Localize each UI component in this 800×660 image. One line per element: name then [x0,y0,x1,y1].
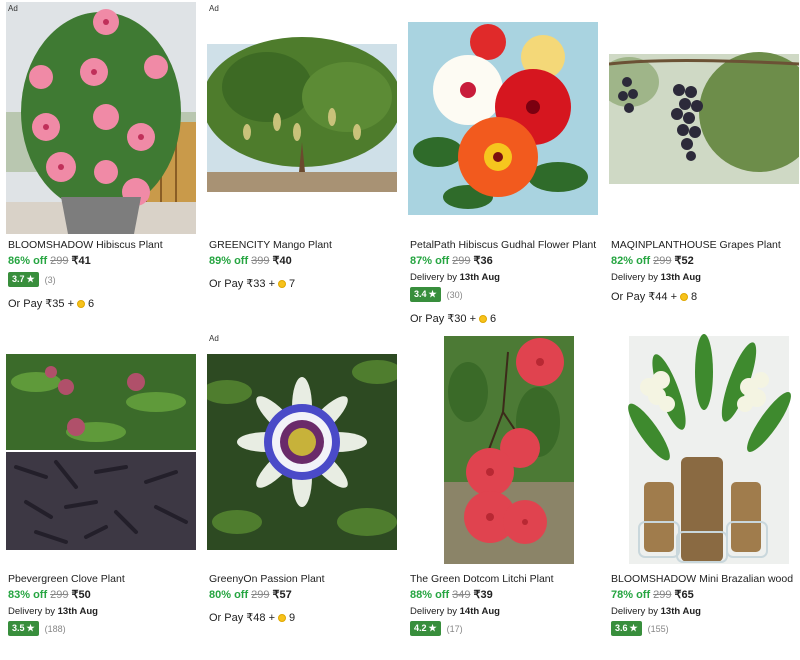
delivery-info: Delivery by 13th Aug [611,272,701,283]
rating-row: 3.5 ★ (188) [8,621,198,636]
price-row: 86% off 299 ₹41 [8,254,198,269]
supercoin-icon [479,314,487,323]
original-price: 299 [50,589,69,601]
product-card[interactable]: BLOOMSHADOW Mini Brazalian wood 78% off 2… [603,330,800,660]
delivery-info: Delivery by 13th Aug [611,606,701,617]
discount-percent: 80% off [209,589,249,601]
supercoin-icon [77,299,85,308]
product-card[interactable]: Ad GREENCITY Mango Plant 89% off 399 ₹40 O… [201,0,401,330]
rating-count: (3) [44,274,56,285]
price-row: 78% off 299 ₹65 [611,588,800,603]
discount-percent: 82% off [611,255,651,267]
delivery-info: Delivery by 13th Aug [8,606,98,617]
supercoin-icon [680,292,688,301]
price-row: 89% off 399 ₹40 [209,254,399,269]
product-title[interactable]: MAQINPLANTHOUSE Grapes Plant [611,238,800,252]
product-title[interactable]: GreenyOn Passion Plant [209,572,399,586]
rating-row: 4.2 ★ (17) [410,621,600,636]
product-card[interactable]: The Green Dotcom Litchi Plant 88% off 349… [402,330,602,660]
star-icon: ★ [428,289,437,299]
product-grid: Ad BLOOMSHADOW Hibiscus Plant 86% off 29… [0,0,800,637]
product-card[interactable]: Ad GreenyOn Passion Plant 80% off 299 ₹5… [201,330,401,660]
discount-percent: 83% off [8,589,48,601]
product-title[interactable]: The Green Dotcom Litchi Plant [410,572,600,586]
original-price: 299 [452,255,471,267]
product-title[interactable]: Pbevergreen Clove Plant [8,572,198,586]
discount-percent: 78% off [611,589,651,601]
discount-percent: 86% off [8,255,48,267]
delivery-info: Delivery by 14th Aug [410,606,500,617]
product-image[interactable] [6,2,196,234]
rating-count: (17) [446,623,463,634]
rating-count: (188) [44,623,66,634]
original-price: 299 [251,589,270,601]
selling-price: ₹41 [71,255,91,267]
rating-badge: 3.5 ★ [8,621,39,636]
selling-price: ₹65 [674,589,694,601]
product-title[interactable]: GREENCITY Mango Plant [209,238,399,252]
product-card[interactable]: MAQINPLANTHOUSE Grapes Plant 82% off 299 ₹… [603,0,800,330]
ad-label: Ad [8,4,18,13]
rating-badge: 3.6 ★ [611,621,642,636]
original-price: 349 [452,589,471,601]
price-row: 88% off 349 ₹39 [410,588,600,603]
supercoin-offer: Or Pay ₹44 +8 [611,290,698,304]
original-price: 399 [251,255,270,267]
product-image[interactable] [6,332,196,564]
product-image[interactable] [609,332,799,564]
price-row: 83% off 299 ₹50 [8,588,198,603]
product-image[interactable] [207,2,397,234]
rating-badge: 3.4 ★ [410,287,441,302]
product-card[interactable]: Pbevergreen Clove Plant 83% off 299 ₹50 De… [0,330,200,660]
price-row: 82% off 299 ₹52 [611,254,800,269]
star-icon: ★ [428,623,437,633]
original-price: 299 [653,589,672,601]
selling-price: ₹52 [674,255,694,267]
discount-percent: 88% off [410,589,450,601]
supercoin-icon [278,613,286,622]
rating-row: 3.7 ★ (3) [8,272,198,287]
original-price: 299 [50,255,69,267]
selling-price: ₹57 [272,589,292,601]
delivery-info: Delivery by 13th Aug [410,272,500,283]
product-title[interactable]: BLOOMSHADOW Hibiscus Plant [8,238,198,252]
supercoin-offer: Or Pay ₹35 +6 [8,297,95,311]
product-image[interactable] [207,332,397,564]
original-price: 299 [653,255,672,267]
ad-label: Ad [209,4,219,13]
star-icon: ★ [26,623,35,633]
rating-row: 3.6 ★ (155) [611,621,800,636]
supercoin-offer: Or Pay ₹33 +7 [209,277,296,291]
product-title[interactable]: PetalPath Hibiscus Gudhal Flower Plant [410,238,600,252]
star-icon: ★ [26,274,35,284]
discount-percent: 87% off [410,255,450,267]
supercoin-offer: Or Pay ₹48 +9 [209,611,296,625]
rating-badge: 3.7 ★ [8,272,39,287]
selling-price: ₹36 [473,255,493,267]
product-image[interactable] [408,332,598,564]
price-row: 80% off 299 ₹57 [209,588,399,603]
rating-badge: 4.2 ★ [410,621,441,636]
product-card[interactable]: Ad BLOOMSHADOW Hibiscus Plant 86% off 29… [0,0,200,330]
supercoin-icon [278,279,286,288]
selling-price: ₹39 [473,589,493,601]
rating-count: (155) [647,623,669,634]
price-row: 87% off 299 ₹36 [410,254,600,269]
rating-row: 3.4 ★ (30) [410,287,600,302]
product-image[interactable] [609,2,799,234]
ad-label: Ad [209,334,219,343]
selling-price: ₹50 [71,589,91,601]
product-card[interactable]: PetalPath Hibiscus Gudhal Flower Plant 8… [402,0,602,330]
star-icon: ★ [629,623,638,633]
rating-count: (30) [446,289,463,300]
discount-percent: 89% off [209,255,249,267]
supercoin-offer: Or Pay ₹30 +6 [410,312,497,326]
product-title[interactable]: BLOOMSHADOW Mini Brazalian wood [611,572,800,586]
product-image[interactable] [408,2,598,234]
selling-price: ₹40 [272,255,292,267]
